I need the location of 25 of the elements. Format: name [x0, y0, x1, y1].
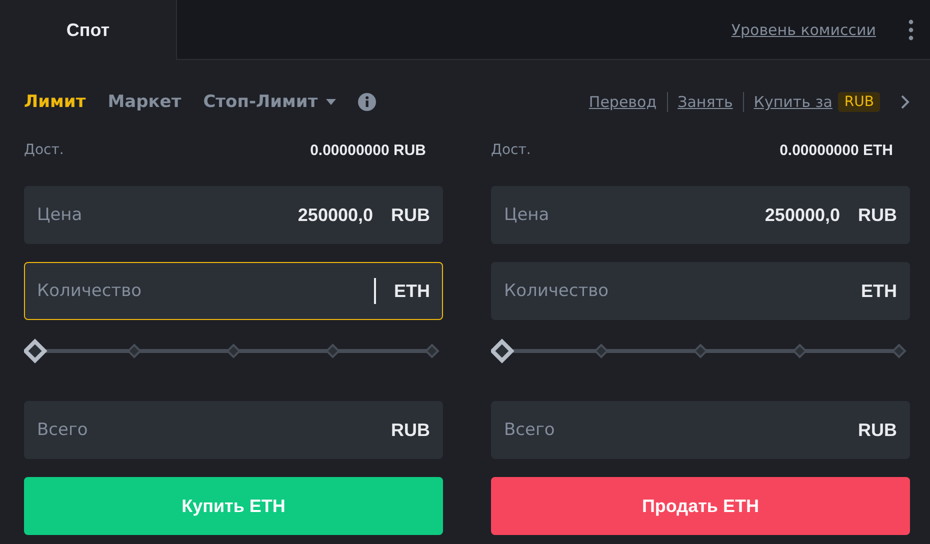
currency-badge: RUB: [838, 92, 880, 112]
total-field[interactable]: Всего RUB: [24, 401, 443, 459]
info-icon[interactable]: [358, 93, 376, 111]
input-field[interactable]: Количество ETH: [24, 262, 443, 320]
input-field[interactable]: Количество ETH: [491, 262, 910, 320]
fee-level-link[interactable]: Уровень комиссии: [731, 20, 876, 38]
available-label: Дост.: [491, 142, 531, 158]
total-field[interactable]: Всего RUB: [491, 401, 910, 459]
available-label: Дост.: [24, 142, 64, 158]
order-type-tab[interactable]: Маркет: [108, 92, 182, 112]
order-type-tab[interactable]: Лимит: [24, 92, 86, 112]
buy-with-link[interactable]: Купить за: [754, 93, 832, 111]
available-balance: 0.00000000 RUB: [310, 142, 426, 159]
order-type-tab[interactable]: Стоп-Лимит: [203, 92, 336, 112]
input-field[interactable]: Цена 250000,0 RUB: [491, 186, 910, 244]
input-field[interactable]: Цена 250000,0 RUB: [24, 186, 443, 244]
more-icon[interactable]: [908, 18, 914, 40]
caret-icon: [326, 99, 336, 105]
slider-thumb[interactable]: [24, 338, 48, 364]
chevron-right-icon[interactable]: [900, 95, 910, 109]
action-link[interactable]: Занять: [678, 93, 733, 111]
action-link[interactable]: Перевод: [588, 93, 657, 111]
available-balance: 0.00000000 ETH: [780, 142, 893, 159]
slider-thumb[interactable]: [491, 338, 514, 364]
sell-button[interactable]: Продать ETH: [491, 477, 910, 535]
